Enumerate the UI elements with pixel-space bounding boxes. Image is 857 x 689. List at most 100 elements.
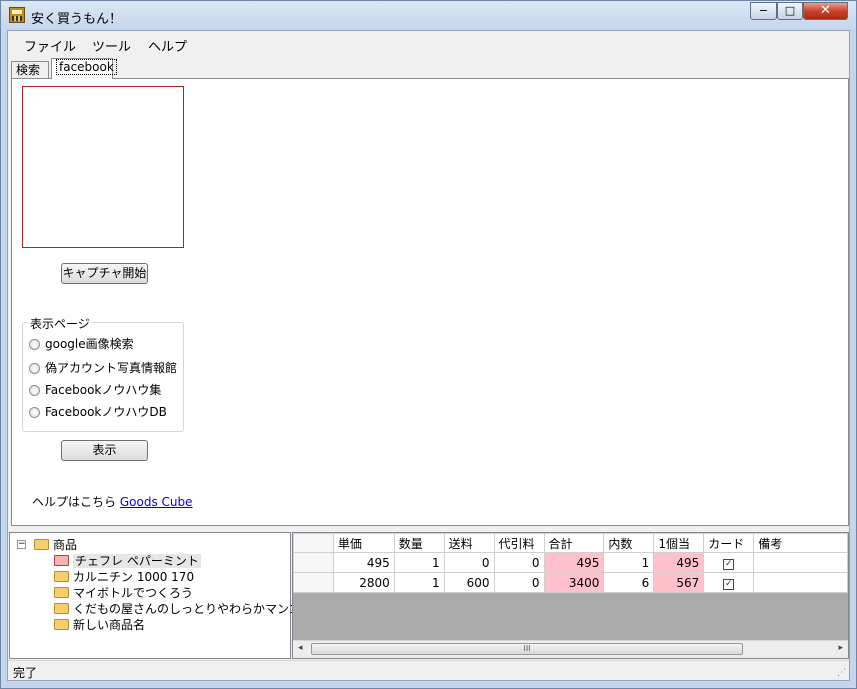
col-header[interactable]: カード	[703, 533, 755, 553]
cell[interactable]: 1	[603, 552, 655, 573]
cell[interactable]: 600	[443, 572, 495, 593]
scroll-thumb[interactable]: III	[311, 643, 743, 655]
radio-facebook-knowhow[interactable]: Facebookノウハウ集	[29, 381, 161, 398]
folder-icon	[54, 587, 69, 598]
table-row[interactable]: 495 1 0 0 495 1 495 ✓	[293, 552, 848, 573]
help-line: ヘルプはこちら Goods Cube	[32, 493, 193, 510]
radio-label: Facebookノウハウ集	[45, 383, 162, 397]
menu-file[interactable]: ファイル	[24, 36, 76, 55]
cell[interactable]: 1	[393, 552, 445, 573]
tree-node-label: 新しい商品名	[73, 618, 146, 632]
col-header[interactable]: 単価	[332, 533, 395, 553]
tab-facebook[interactable]: facebook	[51, 58, 117, 79]
show-button[interactable]: 表示	[61, 440, 148, 461]
folder-icon	[34, 539, 49, 550]
facebook-tab-page: キャプチャ開始 表示ページ google画像検索 偽アカウント写真情報館 Fac…	[11, 78, 849, 526]
header-row: 単価 数量 送料 代引料 合計 内数 1個当 カード 備考	[293, 533, 848, 553]
title-bar[interactable]: 安く買うもん！ − □ ✕	[1, 1, 856, 29]
col-header[interactable]: 代引料	[493, 533, 545, 553]
goods-cube-link[interactable]: Goods Cube	[120, 495, 193, 509]
cell[interactable]: 1	[393, 572, 445, 593]
display-page-group-label: 表示ページ	[28, 315, 92, 332]
tab-search[interactable]: 検索	[11, 61, 49, 78]
radio-label: google画像検索	[45, 337, 134, 351]
tree-node[interactable]: くだもの屋さんのしっとりやわらかマンゴー	[54, 600, 313, 617]
col-header[interactable]: 送料	[443, 533, 495, 553]
menu-help[interactable]: ヘルプ	[148, 36, 187, 55]
tree-node[interactable]: カルニチン 1000 170	[54, 568, 194, 585]
cell-notes[interactable]	[753, 552, 848, 573]
menu-bar: ファイル ツール ヘルプ	[8, 31, 849, 57]
price-grid[interactable]: 単価 数量 送料 代引料 合計 内数 1個当 カード 備考 495 1 0 0 …	[292, 532, 849, 659]
radio-label: FacebookノウハウDB	[45, 405, 167, 419]
client-area: ファイル ツール ヘルプ 検索 facebook キャプチャ開始 表示ページ g…	[7, 30, 850, 681]
col-header[interactable]: 内数	[603, 533, 655, 553]
cell[interactable]: 0	[493, 572, 545, 593]
folder-open-icon	[54, 555, 69, 566]
tree-node[interactable]: チェフレ ペパーミント	[54, 552, 201, 569]
tree-node-label: カルニチン 1000 170	[73, 570, 195, 584]
radio-label: 偽アカウント写真情報館	[45, 361, 178, 375]
tree-root-label: 商品	[53, 538, 78, 552]
folder-icon	[54, 619, 69, 630]
cell-card[interactable]: ✓	[703, 572, 755, 593]
col-header[interactable]: 備考	[753, 533, 848, 553]
radio-facebook-knowhow-db[interactable]: FacebookノウハウDB	[29, 403, 167, 420]
start-capture-button[interactable]: キャプチャ開始	[61, 263, 148, 284]
radio-circle-icon	[29, 339, 40, 350]
scroll-left-icon[interactable]: ◂	[298, 643, 303, 653]
radio-circle-icon	[29, 385, 40, 396]
cell[interactable]: 0	[443, 552, 495, 573]
status-bar: 完了 ⋰	[8, 660, 849, 680]
close-button[interactable]: ✕	[803, 2, 848, 20]
folder-icon	[54, 603, 69, 614]
help-text: ヘルプはこちら	[32, 495, 117, 509]
tree-node-label: くだもの屋さんのしっとりやわらかマンゴー	[73, 602, 314, 616]
tree-node-label: チェフレ ペパーミント	[73, 554, 201, 568]
cell-unit-price[interactable]: 567	[653, 572, 705, 593]
minimize-button[interactable]: −	[750, 2, 777, 20]
radio-fake-account-photos[interactable]: 偽アカウント写真情報館	[29, 359, 177, 376]
cell-total[interactable]: 495	[543, 552, 605, 573]
main-window: 安く買うもん！ − □ ✕ ファイル ツール ヘルプ 検索 facebook キ…	[0, 0, 857, 689]
radio-google-image-search[interactable]: google画像検索	[29, 335, 134, 352]
tree-node[interactable]: マイボトルでつくろう	[54, 584, 193, 601]
col-header[interactable]: 合計	[543, 533, 605, 553]
status-text: 完了	[13, 666, 38, 680]
radio-circle-icon	[29, 363, 40, 374]
col-header[interactable]: 1個当	[653, 533, 705, 553]
cell-card[interactable]: ✓	[703, 552, 755, 573]
cell-total[interactable]: 3400	[543, 572, 605, 593]
tab-facebook-label: facebook	[56, 59, 117, 75]
card-checkbox[interactable]: ✓	[723, 579, 735, 590]
cell[interactable]: 6	[603, 572, 655, 593]
card-checkbox[interactable]: ✓	[723, 559, 735, 570]
tree-node-label: マイボトルでつくろう	[73, 586, 194, 600]
product-tree[interactable]: − 商品 チェフレ ペパーミント カルニチン 1000 170 マイボトルでつく…	[9, 532, 313, 659]
cell[interactable]: 2800	[332, 572, 395, 593]
tree-root[interactable]: 商品	[34, 536, 77, 553]
maximize-button[interactable]: □	[777, 2, 803, 20]
cell-notes[interactable]	[753, 572, 848, 593]
scroll-right-icon[interactable]: ▸	[838, 643, 843, 653]
radio-circle-icon	[29, 407, 40, 418]
row-header[interactable]	[293, 552, 334, 573]
menu-tools[interactable]: ツール	[92, 36, 131, 55]
cell[interactable]: 0	[493, 552, 545, 573]
corner-header	[293, 533, 334, 553]
cell-unit-price[interactable]: 495	[653, 552, 705, 573]
capture-preview	[22, 86, 184, 248]
table-row[interactable]: 2800 1 600 0 3400 6 567 ✓	[293, 572, 848, 593]
cell[interactable]: 495	[332, 552, 395, 573]
col-header[interactable]: 数量	[393, 533, 445, 553]
window-title: 安く買うもん！	[31, 12, 123, 27]
horizontal-scrollbar[interactable]: ◂ III ▸	[293, 640, 848, 658]
resize-grip-icon[interactable]: ⋰	[837, 668, 846, 678]
collapse-icon[interactable]: −	[17, 540, 26, 549]
folder-icon	[54, 571, 69, 582]
price-table: 単価 数量 送料 代引料 合計 内数 1個当 カード 備考 495 1 0 0 …	[293, 533, 848, 593]
tree-node[interactable]: 新しい商品名	[54, 616, 145, 633]
row-header[interactable]	[293, 572, 334, 593]
calculator-app-icon	[9, 7, 25, 23]
display-page-group: 表示ページ google画像検索 偽アカウント写真情報館 Facebookノウハ…	[22, 315, 184, 432]
